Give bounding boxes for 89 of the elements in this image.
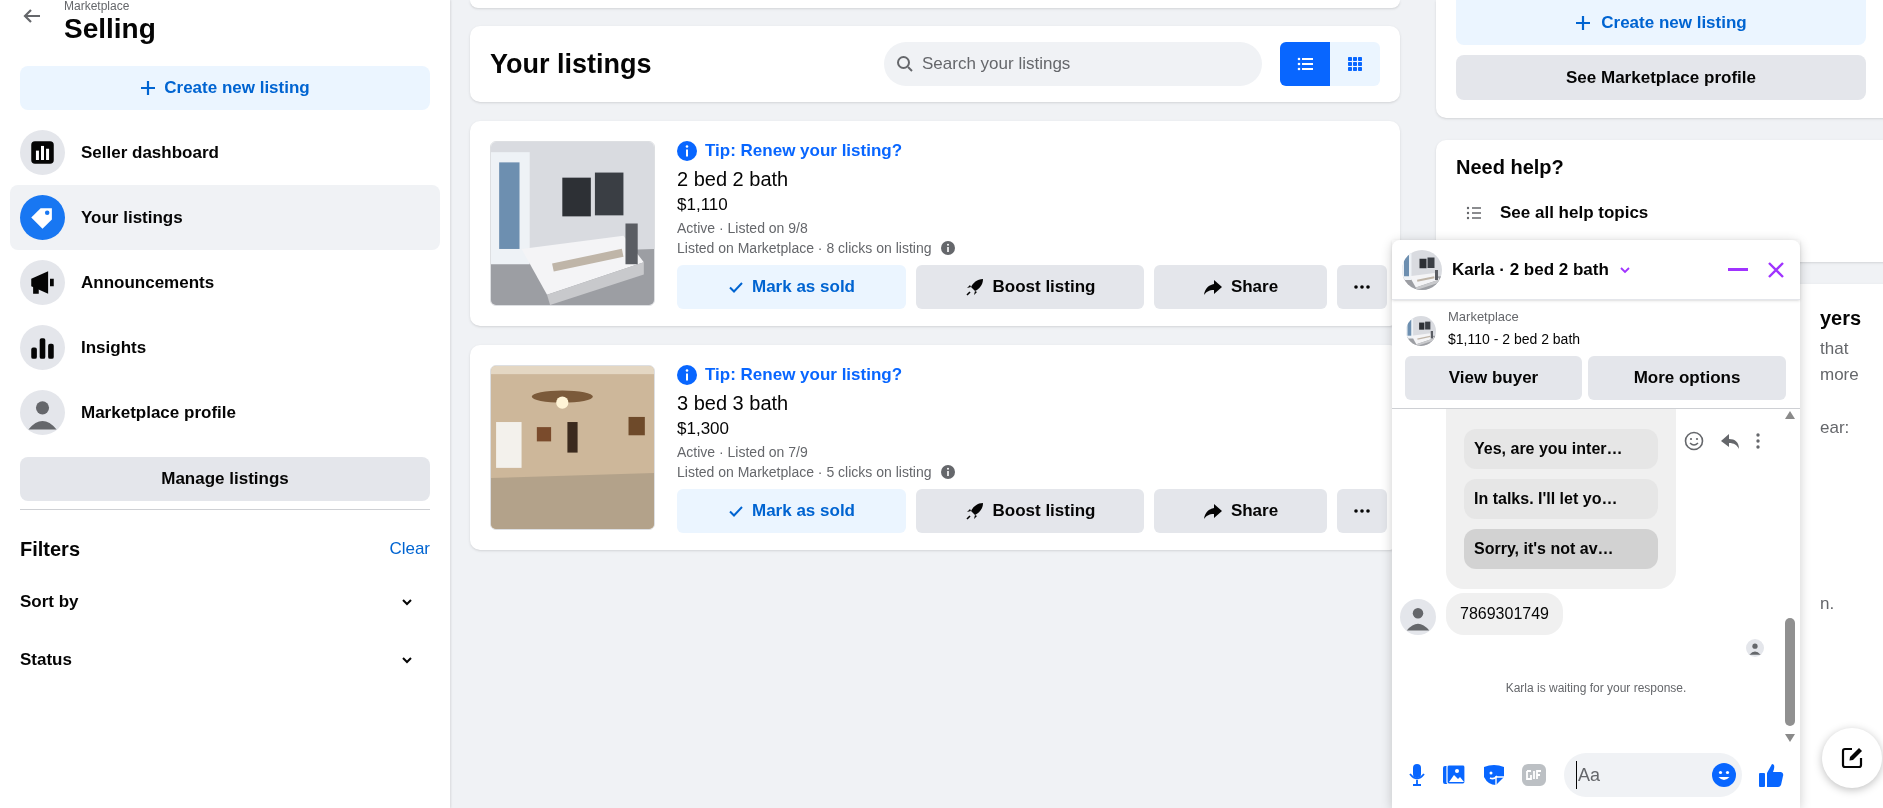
listing-stats: Listed on Marketplace · 8 clicks on listing: [677, 238, 932, 257]
message-field[interactable]: Aa: [1564, 753, 1742, 797]
gif-icon: [1522, 764, 1546, 786]
more-icon: [1354, 284, 1370, 289]
rocket-icon: [964, 276, 985, 297]
listing-title: 2 bed 2 bath: [677, 166, 790, 191]
context-label: Marketplace: [1448, 308, 1520, 326]
filters-heading: Filters: [20, 537, 81, 562]
boost-listing-button[interactable]: Boost listing: [916, 488, 1144, 533]
seen-avatar-icon: [1746, 639, 1764, 657]
listing-price: $1,110: [677, 194, 729, 215]
profile-button[interactable]: See Marketplace profile: [1456, 55, 1866, 100]
tag-icon: [20, 195, 65, 240]
quick-reply-button[interactable]: Sorry, it's not av…: [1464, 529, 1658, 569]
boost-listing-button[interactable]: Boost listing: [916, 264, 1144, 309]
avatar-icon: [20, 390, 65, 435]
filter-dropdown[interactable]: Status: [20, 632, 430, 688]
tip-link[interactable]: Tip: Renew your listing?: [677, 362, 1387, 388]
list-icon: [1466, 204, 1482, 221]
filter-dropdown[interactable]: Sort by: [20, 574, 430, 630]
view-buyer-button[interactable]: View buyer: [1405, 356, 1582, 400]
partial-text: ear:: [1820, 417, 1851, 439]
sticker-icon: [1482, 763, 1506, 787]
partial-text: n.: [1820, 592, 1836, 615]
mark-sold-button[interactable]: Mark as sold: [677, 264, 906, 309]
grid-view-button[interactable]: [1330, 42, 1380, 86]
scrollbar[interactable]: [1784, 411, 1796, 742]
sidebar-item[interactable]: Seller dashboard: [10, 120, 440, 185]
section-title: Your listings: [490, 47, 653, 81]
partial-text: more: [1820, 363, 1860, 386]
partial-text: that: [1820, 338, 1850, 360]
thumbs-up-icon: [1758, 762, 1784, 788]
listing-stats: Listed on Marketplace · 5 clicks on listing: [677, 462, 932, 481]
info-icon: [941, 240, 956, 255]
manage-listings-button[interactable]: Manage listings: [20, 457, 430, 501]
message-input[interactable]: Aa: [1576, 761, 1712, 789]
tip-link[interactable]: Tip: Renew your listing?: [677, 138, 1387, 164]
close-icon: [1767, 260, 1785, 279]
quick-reply-button[interactable]: Yes, are you inter…: [1464, 429, 1658, 469]
info-icon: [941, 464, 956, 479]
plus-icon: [1575, 14, 1592, 31]
quick-reply-button[interactable]: In talks. I'll let yo…: [1464, 479, 1658, 519]
scroll-down-icon: [1785, 734, 1795, 742]
context-detail: $1,110 - 2 bed 2 bath: [1448, 330, 1581, 349]
more-vertical-icon: [1756, 433, 1760, 449]
photo-icon: [1442, 763, 1466, 787]
search-icon: [896, 55, 914, 73]
partial-text: yers: [1820, 306, 1863, 330]
mark-sold-button[interactable]: Mark as sold: [677, 488, 906, 533]
compose-icon: [1840, 746, 1864, 770]
scroll-up-icon: [1785, 411, 1795, 419]
create-listing-button[interactable]: Create new listing: [20, 66, 430, 110]
minimize-icon: [1728, 267, 1748, 272]
chat-title[interactable]: Karla · 2 bed 2 bath: [1452, 256, 1631, 283]
avatar-icon: [1400, 599, 1436, 635]
sidebar-item[interactable]: Marketplace profile: [10, 380, 440, 445]
help-heading: Need help?: [1456, 155, 1565, 180]
rocket-icon: [964, 500, 985, 521]
sidebar-item[interactable]: Insights: [10, 315, 440, 380]
help-topics-link[interactable]: See all help topics: [1456, 200, 1866, 226]
emoji-icon: [1712, 763, 1736, 787]
plus-icon: [140, 80, 157, 96]
list-view-button[interactable]: [1280, 42, 1330, 86]
more-options-button[interactable]: More options: [1588, 356, 1786, 400]
share-button[interactable]: Share: [1154, 488, 1327, 533]
listing-title: 3 bed 3 bath: [677, 390, 790, 415]
sidebar-item[interactable]: Your listings: [10, 185, 440, 250]
listing-price: $1,300: [677, 418, 730, 439]
share-button[interactable]: Share: [1154, 264, 1327, 309]
info-icon: [677, 365, 697, 385]
sidebar-item[interactable]: Announcements: [10, 250, 440, 315]
page-subtitle: Marketplace: [64, 0, 131, 12]
info-icon: [677, 141, 697, 161]
grid-icon: [1346, 55, 1364, 73]
status-note: Karla is waiting for your response.: [1504, 680, 1688, 697]
reply-icon: [1720, 431, 1740, 451]
clear-link[interactable]: Clear: [389, 536, 430, 562]
create-listing-button[interactable]: Create new listing: [1456, 0, 1866, 45]
megaphone-icon: [20, 260, 65, 305]
dashboard-icon: [20, 130, 65, 175]
listing-status: Active · Listed on 9/8: [677, 218, 809, 237]
page-title: Selling: [64, 13, 156, 46]
bar-chart-icon: [20, 325, 65, 370]
emoji-icon: [1684, 431, 1704, 451]
list-icon: [1296, 55, 1314, 73]
message-bubble: 7869301749: [1446, 593, 1563, 635]
microphone-icon: [1408, 763, 1426, 787]
listing-status: Active · Listed on 7/9: [677, 442, 809, 461]
more-icon: [1354, 508, 1370, 513]
